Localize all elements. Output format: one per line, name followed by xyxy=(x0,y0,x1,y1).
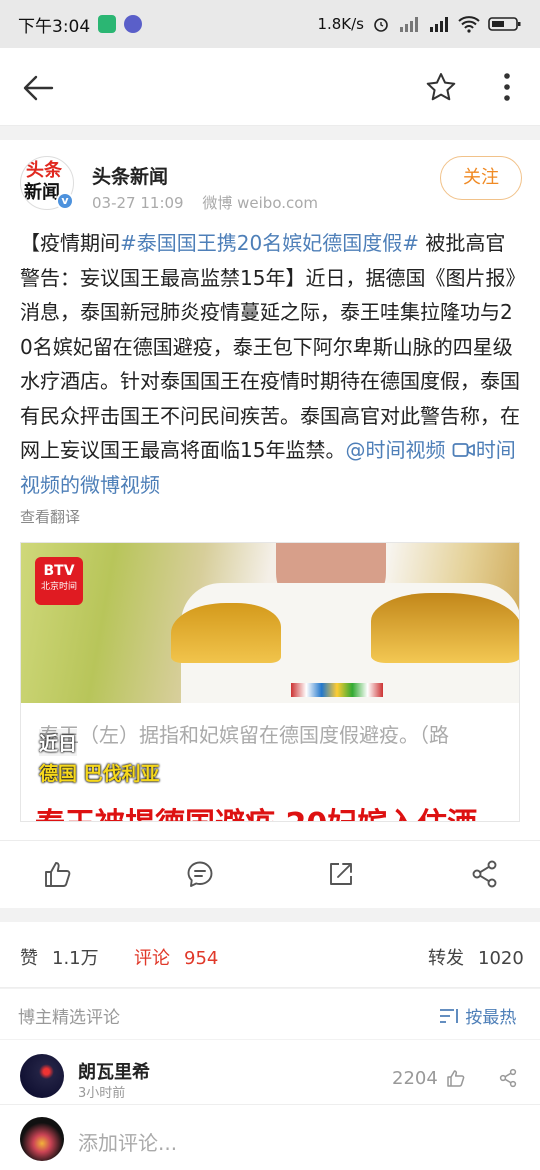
repost-icon[interactable] xyxy=(326,859,356,889)
sort-icon xyxy=(440,1009,458,1023)
hashtag-link[interactable]: #泰国国王携20名嫔妃德国度假# xyxy=(120,231,419,255)
top-nav-bar xyxy=(0,48,540,126)
share-icon[interactable] xyxy=(470,859,500,889)
btv-logo-sub: 北京时间 xyxy=(40,582,77,592)
video-camera-icon xyxy=(452,443,475,457)
stats-comments-tab[interactable]: 评论 954 xyxy=(134,944,218,970)
post-meta: 03-27 11:09 微博 weibo.com xyxy=(92,192,332,213)
thumb-up-icon[interactable] xyxy=(446,1068,466,1088)
overlay-date: 近日 xyxy=(39,729,78,756)
status-bar: 下午3:04 1.8K/s xyxy=(0,0,540,48)
video-caption-area: 泰王（左）据指和妃嫔留在德国度假避疫。（路 近日 德国 巴伐利亚 泰王被揭德国避… xyxy=(21,703,519,821)
stats-comments-label: 评论 xyxy=(134,948,170,969)
app-shield-icon xyxy=(98,15,117,33)
figure-epaulette-right xyxy=(371,593,519,663)
comment-time: 3小时前 xyxy=(78,1086,126,1101)
share-icon[interactable] xyxy=(498,1068,518,1088)
author-name[interactable]: 头条新闻 xyxy=(92,162,168,189)
stats-likes-label: 赞 xyxy=(20,948,38,969)
post-stats-bar: 赞 1.1万 评论 954 转发 1020 xyxy=(0,922,540,988)
btv-logo: BTV 北京时间 xyxy=(35,557,83,605)
comment-avatar[interactable] xyxy=(20,1054,64,1098)
comments-section-label: 博主精选评论 xyxy=(18,1008,120,1028)
video-caption: 泰王（左）据指和妃嫔留在德国度假避疫。（路 xyxy=(39,723,449,747)
comment-input-bar: 添加评论... xyxy=(0,1104,540,1170)
comment-like-count: 2204 xyxy=(392,1068,438,1089)
text-prefix: 【疫情期间 xyxy=(20,231,120,255)
comment-author[interactable]: 朗瓦里希 xyxy=(78,1058,150,1084)
user-avatar[interactable] xyxy=(20,1117,64,1161)
arrow-left-icon[interactable] xyxy=(20,70,56,106)
avatar-logo-line2: 新闻 xyxy=(24,182,60,203)
comment-input[interactable]: 添加评论... xyxy=(78,1127,177,1156)
sort-button[interactable]: 按最热 xyxy=(438,1003,516,1028)
video-card[interactable]: BTV 北京时间 泰王（左）据指和妃嫔留在德国度假避疫。（路 近日 德国 巴伐利亚… xyxy=(20,542,520,822)
post-time: 03-27 11:09 xyxy=(92,194,184,212)
video-headline: 泰王被揭德国避疫 20妃嫔入住酒 xyxy=(35,799,477,821)
overlay-location: 德国 巴伐利亚 xyxy=(39,763,160,785)
stats-likes-value: 1.1万 xyxy=(52,948,99,969)
sort-label: 按最热 xyxy=(465,1008,517,1028)
figure-medals xyxy=(291,683,383,697)
stats-reposts-label: 转发 xyxy=(428,948,464,969)
stats-reposts-tab[interactable]: 转发 1020 xyxy=(428,944,524,970)
comment-item[interactable]: 朗瓦里希 3小时前 2204 xyxy=(0,1040,540,1104)
stats-comments-value: 954 xyxy=(184,948,219,969)
post-action-bar xyxy=(0,840,540,908)
thumb-up-icon[interactable] xyxy=(42,859,72,889)
alarm-icon xyxy=(374,18,388,32)
post-card: 头条 新闻 v 头条新闻 03-27 11:09 微博 weibo.com 关注… xyxy=(0,140,540,908)
signal-hd-icon xyxy=(400,17,418,32)
app-browser-icon xyxy=(124,15,143,33)
status-time: 下午3:04 xyxy=(18,16,91,37)
post-source: 微博 weibo.com xyxy=(202,194,319,212)
stats-likes-tab[interactable]: 赞 1.1万 xyxy=(20,944,99,970)
more-vertical-icon[interactable] xyxy=(494,70,520,104)
comment-icon[interactable] xyxy=(185,859,215,889)
text-main: 被批高官警告：妄议国王最高监禁15年】近日，据德国《图片报》消息，泰国新冠肺炎疫… xyxy=(20,231,520,462)
translate-link[interactable]: 查看翻译 xyxy=(20,506,80,527)
stats-reposts-value: 1020 xyxy=(478,948,524,969)
network-speed: 1.8K/s xyxy=(317,15,364,33)
post-text: 【疫情期间#泰国国王携20名嫔妃德国度假# 被批高官警告：妄议国王最高监禁15年… xyxy=(20,226,524,502)
avatar-logo-line1: 头条 xyxy=(26,160,62,181)
verified-badge-icon: v xyxy=(56,192,74,210)
signal-hd-icon xyxy=(430,17,448,32)
video-thumbnail: BTV 北京时间 xyxy=(21,543,519,703)
wifi-icon xyxy=(458,16,480,33)
battery-icon xyxy=(488,17,521,31)
comments-header: 博主精选评论 按最热 xyxy=(0,989,540,1039)
star-icon[interactable] xyxy=(424,70,458,104)
btv-logo-main: BTV xyxy=(43,563,75,579)
mention-link[interactable]: @时间视频 xyxy=(345,438,445,462)
figure-epaulette-left xyxy=(171,603,281,663)
follow-button[interactable]: 关注 xyxy=(440,156,522,200)
